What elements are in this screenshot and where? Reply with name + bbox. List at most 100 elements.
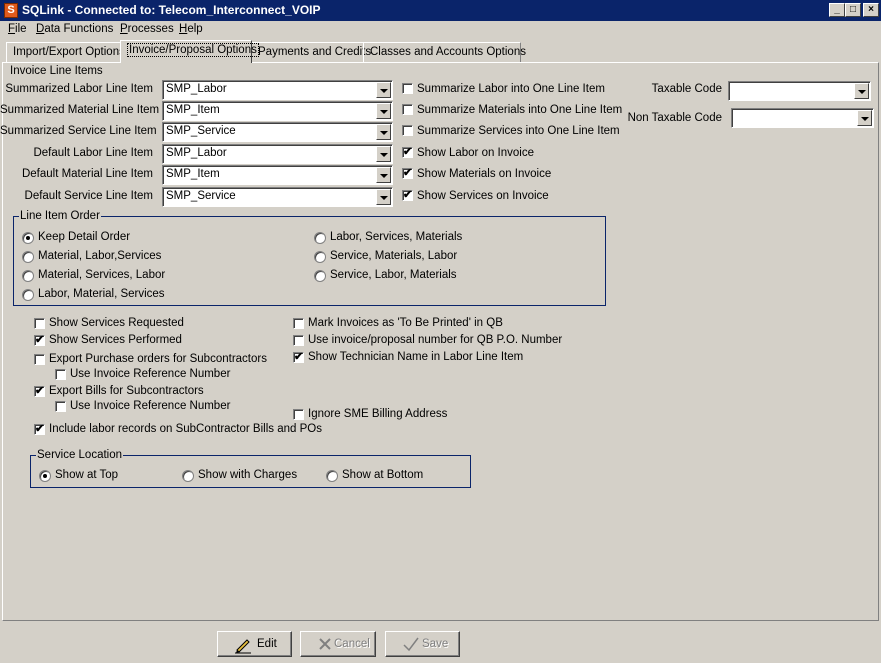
order-radio[interactable] [314,270,326,282]
chevron-down-icon[interactable] [376,189,391,205]
option-checkbox-label: Export Purchase orders for Subcontractor… [49,353,267,365]
line-item-checkbox[interactable] [402,104,413,115]
cancel-x-icon [319,638,331,650]
line-item-combo[interactable]: SMP_Labor [162,80,393,100]
option-checkbox-label: Use Invoice Reference Number [70,368,231,380]
option-checkbox[interactable]: ✔ [34,335,45,346]
save-button[interactable]: Save [385,631,460,657]
line-item-checkbox[interactable]: ✔ [402,190,413,201]
order-radio[interactable] [22,270,34,282]
title-bar: S SQLink - Connected to: Telecom_Interco… [0,0,881,21]
service-location-radio[interactable] [39,470,51,482]
option-checkbox[interactable]: ✔ [293,352,304,363]
order-radio-label: Labor, Services, Materials [330,231,463,243]
line-item-value: SMP_Service [166,125,236,137]
service-location-radio-label: Show with Charges [198,469,298,481]
menu-processes[interactable]: Processes [120,23,174,35]
menu-file-label: ile [15,23,27,35]
service-location-radio[interactable] [182,470,194,482]
taxable-code-label: Taxable Code [651,83,722,95]
line-item-checkbox-label: Show Materials on Invoice [417,168,552,180]
menu-help[interactable]: Help [179,23,203,35]
app-icon[interactable]: S [4,3,18,18]
order-radio-label: Service, Materials, Labor [330,250,458,262]
option-checkbox-label: Mark Invoices as 'To Be Printed' in QB [308,317,503,329]
menu-processes-label: rocesses [127,23,174,35]
maximize-button[interactable]: □ [845,3,861,17]
line-item-label: Default Service Line Item [24,190,153,202]
service-location-radio[interactable] [326,470,338,482]
menu-help-label: elp [187,23,203,35]
option-checkbox[interactable]: ✔ [34,424,45,435]
close-button[interactable]: × [863,3,879,17]
chevron-down-icon[interactable] [376,103,391,119]
line-item-checkbox[interactable]: ✔ [402,168,413,179]
option-checkbox-label: Show Services Requested [49,317,184,329]
option-checkbox-label: Show Technician Name in Labor Line Item [308,351,524,363]
option-checkbox-label: Show Services Performed [49,334,182,346]
option-checkbox[interactable] [34,354,45,365]
line-item-combo[interactable]: SMP_Item [162,165,393,185]
option-checkbox[interactable] [293,409,304,420]
chevron-down-icon[interactable] [376,82,391,98]
line-item-value: SMP_Labor [166,83,227,95]
order-radio[interactable] [22,251,34,263]
tab-classes-accounts[interactable]: Classes and Accounts Options [363,42,526,62]
line-item-label: Summarized Material Line Item [0,104,160,116]
option-checkbox-label: Ignore SME Billing Address [308,408,448,420]
order-radio[interactable] [314,232,326,244]
tab-import-export[interactable]: Import/Export Options [6,42,125,62]
edit-button[interactable]: Edit [217,631,292,657]
order-radio[interactable] [314,251,326,263]
line-item-checkbox-label: Show Labor on Invoice [417,147,534,159]
order-radio-label: Material, Labor,Services [38,250,162,262]
line-item-label: Summarized Labor Line Item [5,83,153,95]
line-item-combo[interactable]: SMP_Item [162,101,393,121]
chevron-down-icon[interactable] [857,110,872,126]
option-checkbox[interactable] [34,318,45,329]
service-location-title: Service Location [36,449,124,461]
chevron-down-icon[interactable] [376,167,391,183]
line-item-checkbox[interactable]: ✔ [402,147,413,158]
line-item-checkbox-label: Summarize Labor into One Line Item [417,83,605,95]
order-radio-label: Keep Detail Order [38,231,131,243]
menu-file[interactable]: File [8,23,27,35]
cancel-button-label: Cancel [334,638,370,650]
order-radio[interactable] [22,289,34,301]
line-item-checkbox[interactable] [402,125,413,136]
option-checkbox[interactable] [293,335,304,346]
option-checkbox-label: Use Invoice Reference Number [70,400,231,412]
chevron-down-icon[interactable] [376,146,391,162]
edit-button-label: Edit [257,638,277,650]
line-item-checkbox-label: Summarize Services into One Line Item [417,125,620,137]
line-item-combo[interactable]: SMP_Labor [162,144,393,164]
line-item-combo[interactable]: SMP_Service [162,187,393,207]
non-taxable-code-combo[interactable] [731,108,874,128]
checkmark-icon [403,637,419,652]
menu-data-functions[interactable]: Data Functions [36,23,113,35]
line-item-combo[interactable]: SMP_Service [162,122,393,142]
chevron-down-icon[interactable] [854,83,869,99]
tab-payments-credits[interactable]: Payments and Credits [251,42,371,62]
option-checkbox[interactable] [293,318,304,329]
taxable-code-combo[interactable] [728,81,871,101]
line-item-value: SMP_Item [166,168,220,180]
cancel-button[interactable]: Cancel [300,631,376,657]
order-radio-label: Labor, Material, Services [38,288,165,300]
chevron-down-icon[interactable] [376,124,391,140]
option-checkbox[interactable] [55,401,66,412]
line-item-value: SMP_Labor [166,147,227,159]
line-item-value: SMP_Service [166,190,236,202]
menu-bar: File Data Functions Processes Help [0,21,881,39]
pencil-icon [235,639,251,654]
option-checkbox[interactable]: ✔ [34,386,45,397]
option-checkbox[interactable] [55,369,66,380]
tab-invoice-proposal[interactable]: Invoice/Proposal Options [120,40,259,63]
order-radio[interactable] [22,232,34,244]
line-item-label: Summarized Service Line Item [0,125,157,137]
line-item-checkbox[interactable] [402,83,413,94]
service-location-radio-label: Show at Top [55,469,119,481]
line-item-value: SMP_Item [166,104,220,116]
order-radio-label: Material, Services, Labor [38,269,166,281]
minimize-button[interactable]: _ [829,3,845,17]
